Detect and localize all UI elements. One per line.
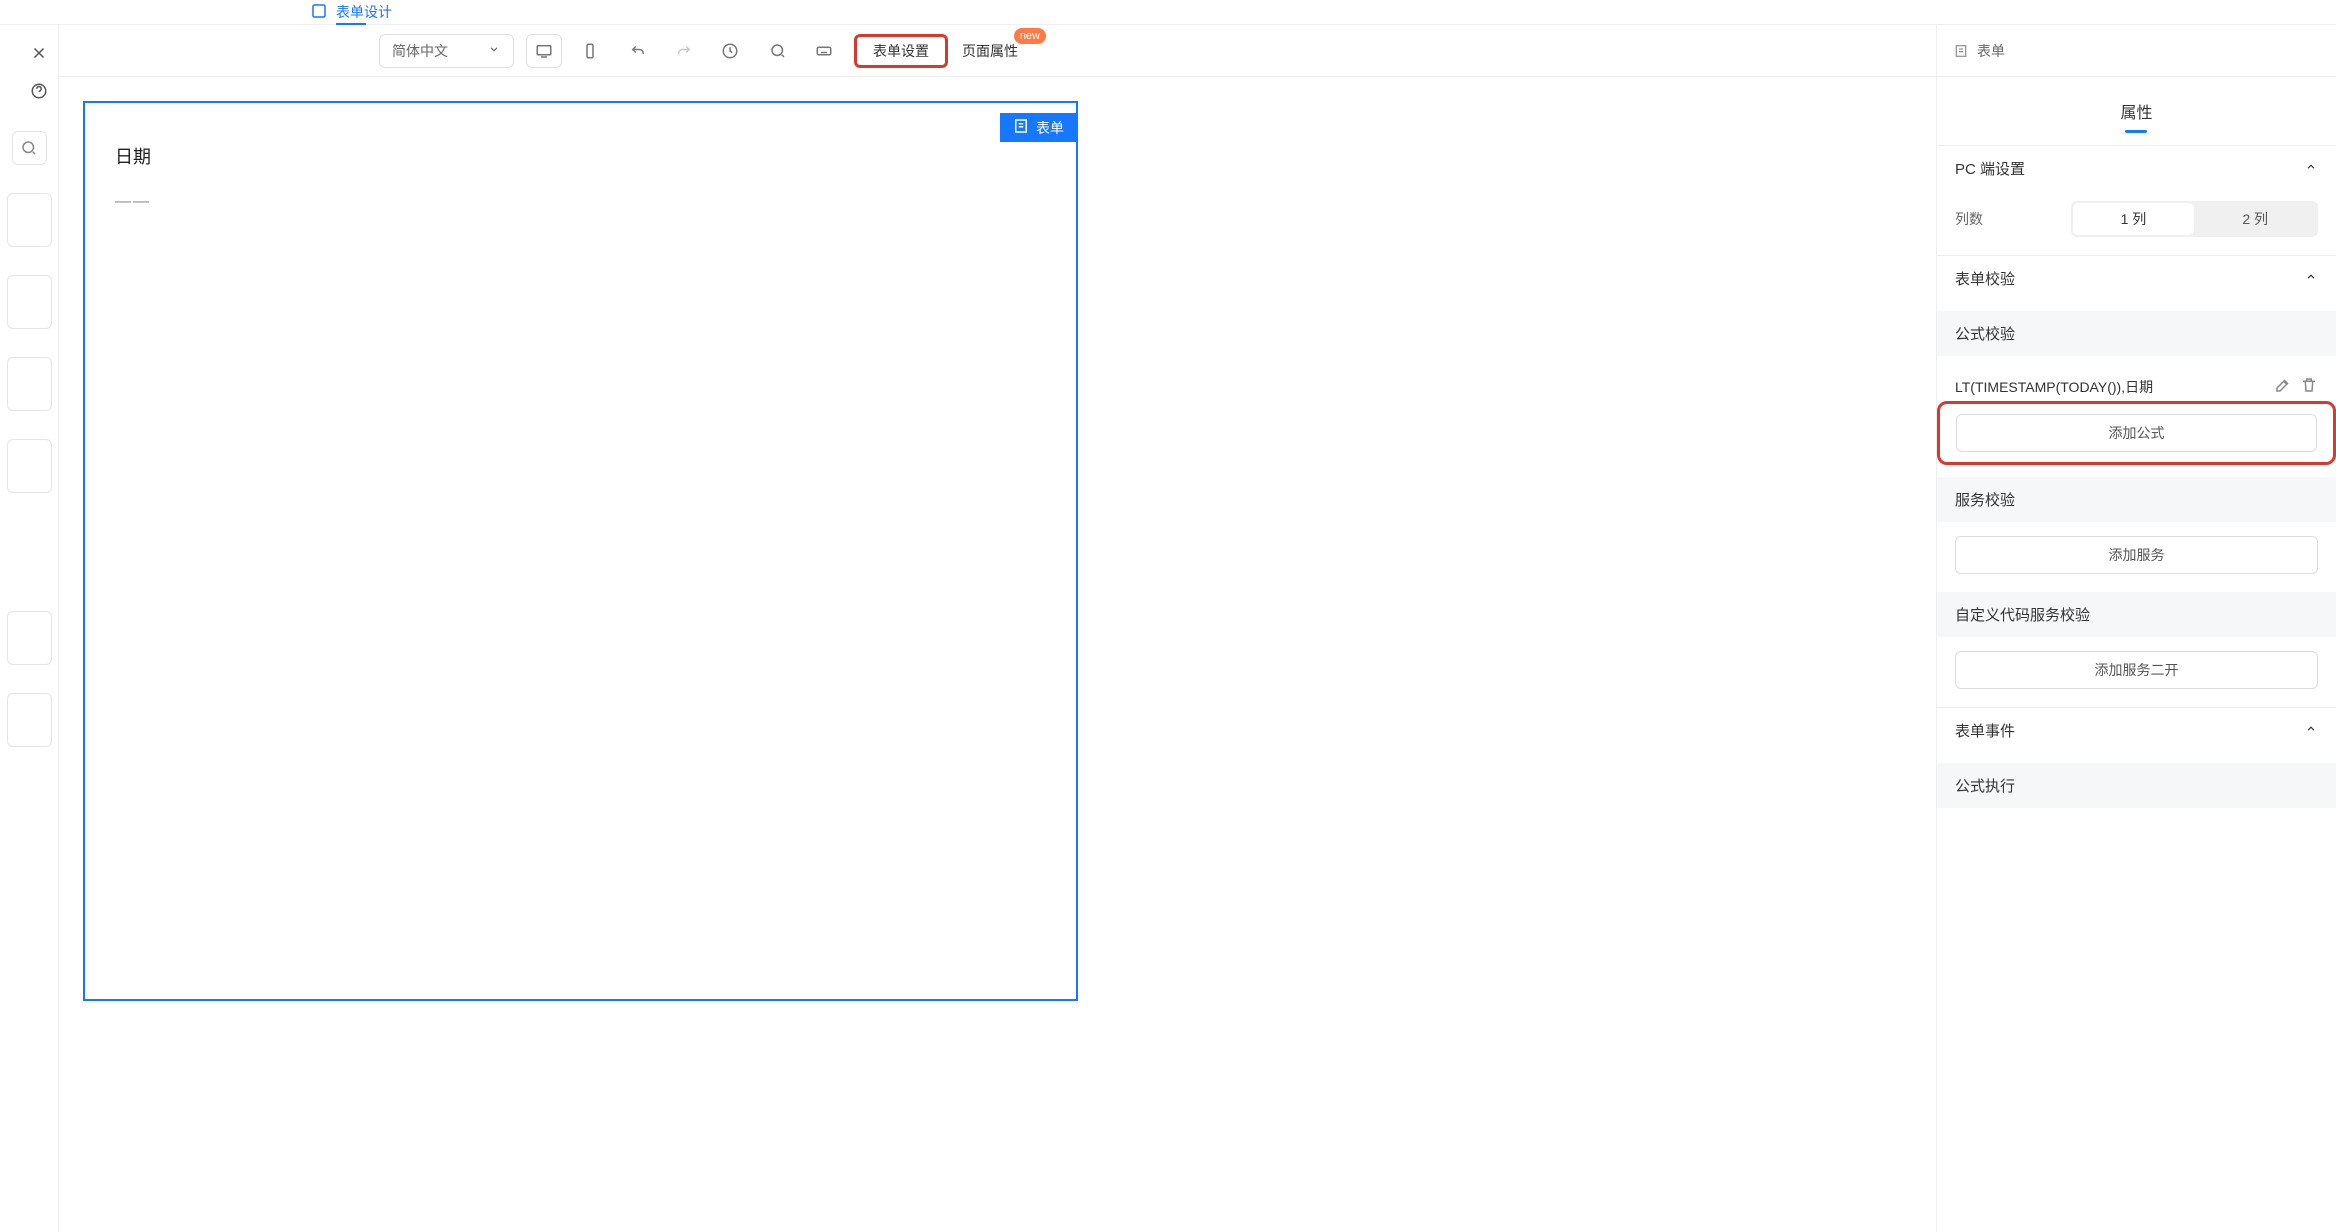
form-card-badge: 表单	[1000, 113, 1076, 142]
section-header-event[interactable]: 表单事件	[1937, 708, 2336, 753]
history-icon[interactable]	[712, 34, 748, 68]
seg-1col[interactable]: 1 列	[2073, 203, 2195, 235]
lang-select[interactable]: 简体中文	[379, 34, 514, 68]
formula-row: LT(TIMESTAMP(TODAY()),日期	[1955, 370, 2318, 403]
chevron-up-icon	[2304, 722, 2318, 740]
search-icon[interactable]	[760, 34, 796, 68]
event-title: 表单事件	[1955, 720, 2015, 741]
keyboard-icon[interactable]	[806, 34, 842, 68]
add-service2-button[interactable]: 添加服务二开	[1955, 651, 2318, 689]
section-pc-settings: PC 端设置 列数 1 列 2 列	[1937, 145, 2336, 255]
panel-tabs: 属性	[1937, 77, 2336, 145]
section-header-validate[interactable]: 表单校验	[1937, 256, 2336, 301]
panel-tab-props[interactable]: 属性	[2116, 91, 2156, 131]
pc-settings-title: PC 端设置	[1955, 158, 2025, 179]
left-search[interactable]	[12, 131, 47, 165]
new-badge: new	[1014, 28, 1046, 44]
validate-title: 表单校验	[1955, 268, 2015, 289]
sub-formula-validate: 公式校验	[1937, 311, 2336, 356]
formula-text: LT(TIMESTAMP(TODAY()),日期	[1955, 377, 2153, 397]
chevron-down-icon	[487, 42, 501, 59]
edit-icon[interactable]	[2274, 376, 2292, 397]
nav-form-design[interactable]: 表单设计	[310, 0, 392, 24]
mobile-view-icon[interactable]	[572, 34, 608, 68]
cols-label: 列数	[1955, 209, 1983, 229]
nav-label: 表单设计	[336, 2, 392, 22]
chevron-up-icon	[2304, 160, 2318, 178]
left-panel-stub-5[interactable]	[7, 611, 52, 665]
canvas: 表单 日期 ——	[59, 77, 1936, 1232]
field-value-date[interactable]: ——	[115, 193, 1046, 211]
chevron-up-icon	[2304, 270, 2318, 288]
form-card[interactable]: 表单 日期 ——	[83, 101, 1078, 1001]
left-sidebar	[0, 25, 59, 1232]
section-form-event: 表单事件 公式执行	[1937, 707, 2336, 840]
redo-icon[interactable]	[666, 34, 702, 68]
seg-2col[interactable]: 2 列	[2194, 203, 2316, 235]
toolbar: 简体中文	[59, 25, 1936, 77]
add-formula-button[interactable]: 添加公式	[1956, 414, 2317, 452]
close-icon[interactable]	[29, 43, 49, 63]
undo-icon[interactable]	[620, 34, 656, 68]
desktop-view-icon[interactable]	[526, 34, 562, 68]
form-settings-button[interactable]: 表单设置	[854, 34, 948, 68]
lang-label: 简体中文	[392, 41, 448, 61]
breadcrumb-label: 表单	[1977, 41, 2005, 61]
add-formula-highlight: 添加公式	[1937, 401, 2336, 465]
form-design-icon	[310, 2, 328, 23]
sub-service-validate: 服务校验	[1937, 477, 2336, 522]
form-icon	[1953, 43, 1969, 59]
left-panel-stub-4[interactable]	[7, 439, 52, 493]
page-props-button[interactable]: 页面属性 new	[960, 34, 1034, 68]
left-panel-stub-6[interactable]	[7, 693, 52, 747]
section-form-validate: 表单校验 公式校验 LT(TIMESTAMP(TODAY()),日期	[1937, 255, 2336, 707]
form-badge-label: 表单	[1036, 118, 1064, 138]
form-settings-label: 表单设置	[873, 41, 929, 61]
left-panel-stub-1[interactable]	[7, 193, 52, 247]
help-icon[interactable]	[29, 81, 49, 101]
top-nav: 表单设计	[0, 0, 2336, 25]
form-badge-icon	[1012, 117, 1030, 138]
sub-formula-exec: 公式执行	[1937, 763, 2336, 808]
cols-segmented: 1 列 2 列	[2071, 201, 2318, 237]
add-service-button[interactable]: 添加服务	[1955, 536, 2318, 574]
left-panel-stub-2[interactable]	[7, 275, 52, 329]
field-label-date: 日期	[115, 143, 1046, 169]
panel-breadcrumb: 表单	[1937, 25, 2336, 77]
left-panel-stub-3[interactable]	[7, 357, 52, 411]
panel-tab-label: 属性	[2120, 105, 2152, 122]
right-panel: 表单 属性 PC 端设置 列数 1 列	[1936, 25, 2336, 1232]
delete-icon[interactable]	[2300, 376, 2318, 397]
sub-custom-code-validate: 自定义代码服务校验	[1937, 592, 2336, 637]
section-header-pc[interactable]: PC 端设置	[1937, 146, 2336, 191]
page-props-label: 页面属性	[962, 41, 1018, 61]
